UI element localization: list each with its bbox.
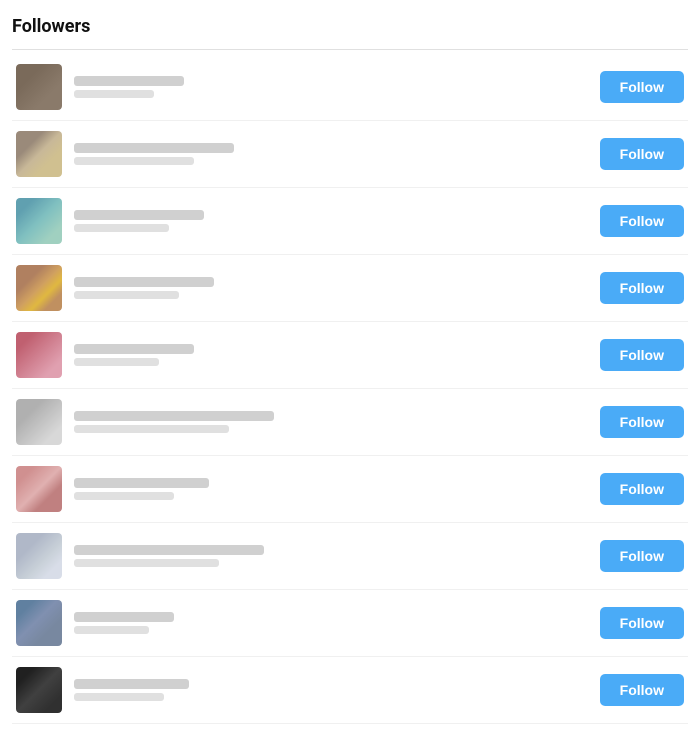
avatar (16, 667, 62, 713)
user-sub-bar (74, 90, 154, 98)
user-info (74, 478, 588, 500)
user-info (74, 612, 588, 634)
user-name-bar (74, 210, 204, 220)
user-name-bar (74, 545, 264, 555)
user-sub-bar (74, 559, 219, 567)
user-sub-bar (74, 492, 174, 500)
follower-item: Follow (12, 456, 688, 523)
user-name-bar (74, 344, 194, 354)
avatar (16, 265, 62, 311)
follow-button[interactable]: Follow (600, 71, 684, 103)
follow-button[interactable]: Follow (600, 540, 684, 572)
user-info (74, 679, 588, 701)
avatar (16, 399, 62, 445)
user-name-bar (74, 612, 174, 622)
user-sub-bar (74, 224, 169, 232)
user-name-bar (74, 478, 209, 488)
user-name-bar (74, 679, 189, 689)
avatar (16, 64, 62, 110)
user-sub-bar (74, 291, 179, 299)
follower-item: Follow (12, 590, 688, 657)
follower-item: Follow (12, 523, 688, 590)
follower-item: Follow (12, 54, 688, 121)
user-name-bar (74, 143, 234, 153)
avatar (16, 131, 62, 177)
user-info (74, 545, 588, 567)
follow-button[interactable]: Follow (600, 205, 684, 237)
user-info (74, 277, 588, 299)
follow-button[interactable]: Follow (600, 473, 684, 505)
follow-button[interactable]: Follow (600, 607, 684, 639)
follow-button[interactable]: Follow (600, 339, 684, 371)
user-info (74, 344, 588, 366)
follow-button[interactable]: Follow (600, 138, 684, 170)
follower-item: Follow (12, 389, 688, 456)
user-sub-bar (74, 358, 159, 366)
follower-item: Follow (12, 188, 688, 255)
follow-button[interactable]: Follow (600, 406, 684, 438)
user-info (74, 210, 588, 232)
user-name-bar (74, 277, 214, 287)
user-name-bar (74, 76, 184, 86)
follow-button[interactable]: Follow (600, 674, 684, 706)
avatar (16, 332, 62, 378)
avatar (16, 533, 62, 579)
follower-item: Follow (12, 255, 688, 322)
follower-item: Follow (12, 322, 688, 389)
avatar (16, 466, 62, 512)
avatar (16, 198, 62, 244)
user-sub-bar (74, 626, 149, 634)
page-container: Followers Follow Follow Follow (0, 0, 700, 740)
user-sub-bar (74, 425, 229, 433)
user-info (74, 411, 588, 433)
page-title: Followers (12, 16, 688, 37)
divider (12, 49, 688, 50)
user-name-bar (74, 411, 274, 421)
user-sub-bar (74, 157, 194, 165)
follow-button[interactable]: Follow (600, 272, 684, 304)
follower-item: Follow (12, 657, 688, 724)
avatar (16, 600, 62, 646)
user-info (74, 76, 588, 98)
follower-item: Follow (12, 121, 688, 188)
user-info (74, 143, 588, 165)
followers-list: Follow Follow Follow Follow Follow (12, 54, 688, 724)
user-sub-bar (74, 693, 164, 701)
